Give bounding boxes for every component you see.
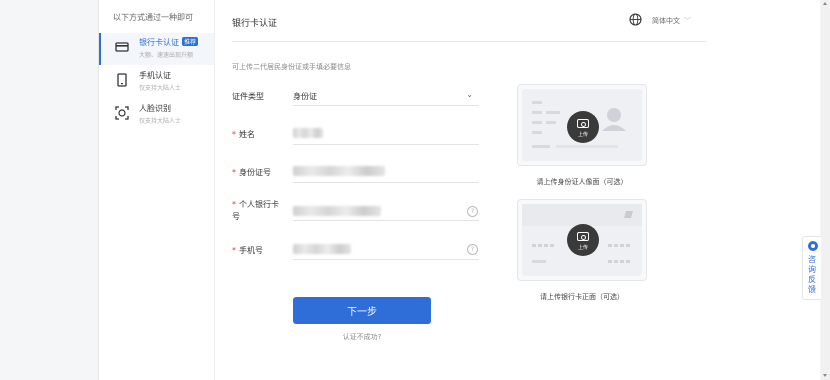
face-scan-icon: [115, 106, 129, 120]
field-underline: [293, 182, 479, 183]
next-step-button[interactable]: 下一步: [293, 297, 431, 324]
help-icon[interactable]: ?: [467, 206, 478, 217]
header-divider: [232, 41, 706, 42]
phone-label: 手机号: [239, 246, 263, 255]
scroll-down-arrow-icon[interactable]: [823, 374, 827, 377]
chevron-down-icon[interactable]: ⌄: [466, 90, 473, 99]
chat-icon: [808, 241, 818, 251]
recommend-badge: 推荐: [182, 37, 199, 46]
feedback-label: 咨询反馈: [808, 255, 816, 294]
id-number-row: * 身份证号: [232, 165, 479, 183]
auth-method-sidebar: 以下方式通过一种即可 银行卡认证 推荐 大额、速速出现升额 手机认证 仅支持大陆人…: [99, 0, 215, 380]
bank-card-icon: [115, 42, 129, 52]
page-container: 以下方式通过一种即可 银行卡认证 推荐 大额、速速出现升额 手机认证 仅支持大陆人…: [98, 0, 820, 380]
field-underline: [293, 144, 479, 145]
help-icon[interactable]: ?: [467, 244, 478, 255]
required-mark: *: [232, 168, 236, 177]
main-panel: 银行卡认证 简体中文 ﹀ 可上传二代居民身份证或手填必要信息 证件类型 身份证 ⌄…: [215, 0, 820, 380]
mobile-phone-icon: [117, 73, 127, 87]
form-tip: 可上传二代居民身份证或手填必要信息: [232, 63, 351, 71]
sidebar-item-label: 手机认证: [139, 71, 171, 80]
phone-field[interactable]: [293, 244, 351, 254]
upload-text: 上传: [577, 245, 588, 251]
name-field[interactable]: [293, 128, 323, 138]
id-card-caption: 请上传身份证人像面（可选）: [536, 178, 628, 186]
globe-icon[interactable]: [629, 13, 642, 26]
camera-icon: [577, 232, 589, 241]
phone-row: * 手机号 ?: [232, 243, 479, 261]
field-underline: [293, 220, 479, 221]
language-select[interactable]: 简体中文 ﹀: [652, 16, 691, 26]
chevron-down-icon: ﹀: [684, 17, 691, 25]
field-underline: [293, 259, 479, 260]
bank-card-label: 个人银行卡: [239, 200, 279, 209]
bank-card-field[interactable]: [293, 206, 381, 216]
name-label: 姓名: [239, 130, 255, 139]
scrollbar[interactable]: [821, 0, 830, 380]
language-label: 简体中文: [652, 17, 680, 25]
sidebar-item-sub: 仅支持大陆人士: [139, 85, 182, 92]
bank-card-caption: 请上传银行卡正面（可选）: [540, 293, 624, 301]
required-mark: *: [232, 246, 236, 255]
sidebar-item-bank-card[interactable]: 银行卡认证 推荐 大额、速速出现升额: [99, 33, 214, 65]
id-type-select[interactable]: 身份证: [293, 91, 317, 102]
required-mark: *: [232, 200, 236, 209]
id-type-label: 证件类型: [232, 92, 264, 101]
id-type-row: 证件类型 身份证 ⌄: [232, 90, 479, 106]
bank-card-upload[interactable]: 上传: [517, 199, 647, 281]
bank-card-label-cont: 号: [232, 212, 240, 221]
id-number-field[interactable]: [293, 166, 385, 176]
scroll-up-arrow-icon[interactable]: [823, 2, 827, 5]
sidebar-item-label: 人脸识别: [139, 104, 171, 113]
sidebar-item-mobile[interactable]: 手机认证 仅支持大陆人士: [99, 66, 214, 98]
field-underline: [293, 105, 479, 106]
upload-id-button[interactable]: 上传: [567, 111, 599, 143]
required-mark: *: [232, 130, 236, 139]
id-number-label: 身份证号: [239, 168, 271, 177]
sidebar-hint: 以下方式通过一种即可: [113, 13, 193, 22]
upload-bank-card-button[interactable]: 上传: [567, 224, 599, 256]
bank-card-row: * 个人银行卡号 ?: [232, 197, 479, 227]
sidebar-item-sub: 大额、速速出现升额: [139, 52, 194, 59]
sidebar-item-sub: 仅支持大陆人士: [139, 118, 182, 125]
id-card-upload[interactable]: 上传: [517, 84, 647, 166]
auth-failed-link[interactable]: 认证不成功?: [293, 332, 431, 342]
sidebar-item-label: 银行卡认证: [139, 38, 179, 47]
upload-text: 上传: [577, 132, 588, 138]
name-row: * 姓名: [232, 127, 479, 145]
sidebar-item-face[interactable]: 人脸识别 仅支持大陆人士: [99, 99, 214, 131]
page-title: 银行卡认证: [232, 19, 278, 29]
camera-icon: [577, 119, 589, 128]
